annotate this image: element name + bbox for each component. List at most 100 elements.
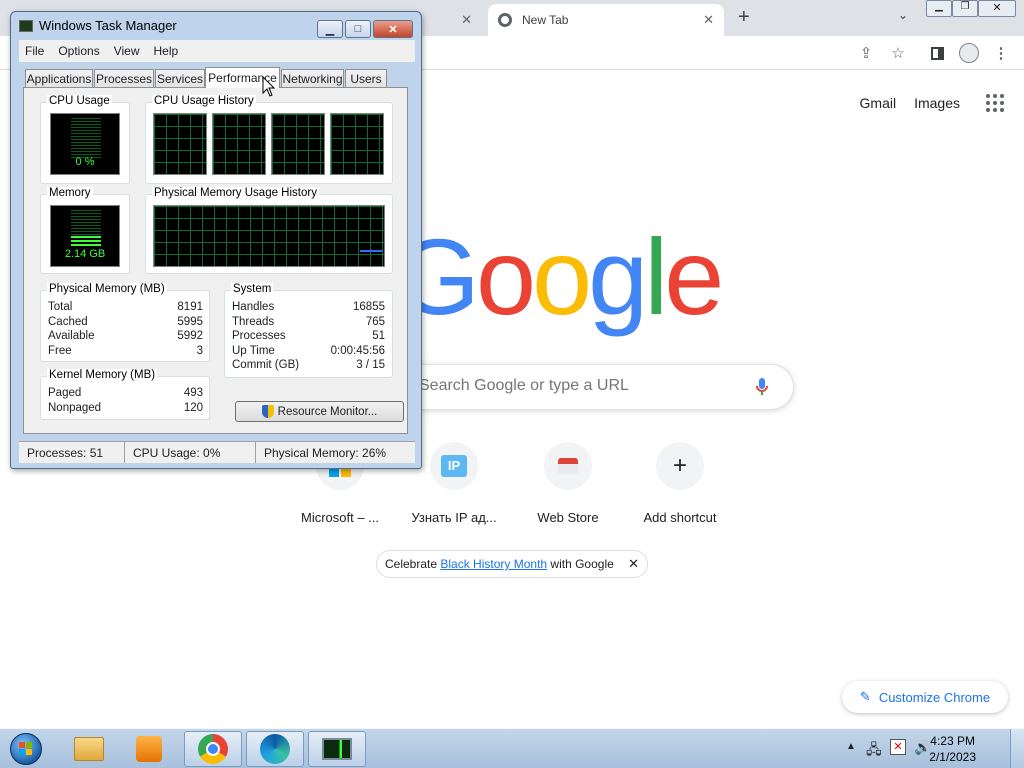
tab-applications[interactable]: Applications: [25, 69, 93, 87]
resource-monitor-label: Resource Monitor...: [277, 405, 378, 418]
tab-title: New Tab: [522, 13, 569, 27]
menu-file[interactable]: File: [25, 44, 44, 58]
promo-link[interactable]: Black History Month: [440, 557, 547, 571]
menu-view[interactable]: View: [114, 44, 140, 58]
taskbar-explorer[interactable]: [60, 731, 118, 767]
stat-value: 16855: [353, 301, 385, 313]
tab-services[interactable]: Services: [155, 69, 205, 87]
stat-label: Up Time: [232, 344, 275, 357]
minimize-button[interactable]: ▁: [317, 20, 343, 38]
chrome-icon: [498, 13, 512, 27]
chrome-icon: [198, 734, 228, 764]
voice-search-icon[interactable]: [755, 377, 769, 400]
stat-label: Commit (GB): [232, 359, 300, 372]
minimize-icon[interactable]: ▁: [926, 0, 952, 17]
start-button[interactable]: [6, 731, 46, 767]
gmail-link[interactable]: Gmail: [860, 95, 897, 111]
stat-value: 0:00:45:56: [330, 344, 385, 357]
customize-chrome-button[interactable]: ✎ Customize Chrome: [842, 681, 1008, 713]
menu-help[interactable]: Help: [154, 44, 179, 58]
stat-value: 5995: [177, 315, 203, 328]
system-clock[interactable]: 4:23 PM 2/1/2023: [929, 733, 976, 765]
shortcut-add[interactable]: + Add shortcut: [630, 442, 730, 525]
status-physical-memory: Physical Memory: 26%: [264, 445, 387, 460]
menu-bar: File Options View Help: [19, 40, 415, 62]
stat-label: Paged: [48, 387, 82, 399]
chrome-menu-icon[interactable]: ⋮: [990, 42, 1012, 64]
memory-title: Memory: [47, 187, 93, 199]
taskbar-task-manager[interactable]: [308, 731, 366, 767]
clock-date: 2/1/2023: [929, 750, 976, 764]
resource-monitor-button[interactable]: Resource Monitor...: [235, 401, 404, 422]
search-input[interactable]: [419, 377, 739, 395]
stat-row: Processes 51: [232, 329, 385, 344]
performance-panel: CPU Usage 0 % CPU Usage History Memory 2…: [23, 87, 408, 434]
stat-row: Nonpaged 120: [48, 401, 203, 416]
share-icon[interactable]: ⇪: [855, 42, 877, 64]
tab-search-icon[interactable]: ⌄: [898, 8, 908, 22]
taskbar-media-player[interactable]: [120, 731, 178, 767]
menu-options[interactable]: Options: [58, 44, 99, 58]
tab-processes[interactable]: Processes: [94, 69, 154, 87]
images-link[interactable]: Images: [914, 95, 960, 111]
stat-value: 765: [365, 315, 385, 328]
media-player-icon: [136, 736, 162, 762]
stat-row: Total 8191: [48, 300, 203, 315]
promo-prefix: Celebrate: [385, 557, 441, 571]
close-icon[interactable]: ✕: [628, 556, 639, 572]
tab-users[interactable]: Users: [345, 69, 387, 87]
close-tab-icon[interactable]: ✕: [703, 12, 714, 28]
doodle-promo: Celebrate Black History Month with Googl…: [376, 550, 648, 578]
maximize-button[interactable]: □: [345, 20, 371, 38]
shortcut-web-store[interactable]: Web Store: [518, 442, 618, 525]
taskbar-edge[interactable]: [246, 731, 304, 767]
new-tab-button[interactable]: +: [738, 6, 750, 29]
cpu-history-group: CPU Usage History: [145, 95, 393, 184]
physical-memory-title: Physical Memory (MB): [47, 283, 167, 295]
action-center-icon[interactable]: ✕: [890, 739, 906, 755]
chrome-tab-new-tab[interactable]: New Tab ✕: [488, 4, 724, 36]
show-desktop-button[interactable]: [1010, 729, 1024, 768]
ntp-header-links: Gmail Images: [860, 94, 1004, 112]
cpu-history-graph: [271, 113, 325, 175]
stat-row: Free 3: [48, 344, 203, 359]
shortcut-label: Add shortcut: [643, 510, 717, 525]
show-hidden-icons[interactable]: ▲: [846, 741, 856, 752]
windows-logo-icon: [10, 733, 42, 765]
bookmark-star-icon[interactable]: ☆: [887, 42, 909, 64]
window-controls: ▁ ❐ ✕: [926, 0, 1016, 18]
stat-value: 120: [183, 401, 203, 414]
stat-row: Handles 16855: [232, 300, 385, 315]
stat-label: Free: [48, 344, 72, 357]
restore-icon[interactable]: ❐: [952, 0, 978, 17]
customize-label: Customize Chrome: [878, 689, 991, 705]
status-processes: Processes: 51: [19, 442, 125, 463]
status-bar: Processes: 51 CPU Usage: 0% Physical Mem…: [19, 441, 415, 463]
taskbar-chrome[interactable]: [184, 731, 242, 767]
logo-letter: o: [532, 216, 592, 337]
close-button[interactable]: ✕: [373, 20, 413, 38]
memory-meter: 2.14 GB: [50, 205, 120, 267]
tab-networking[interactable]: Networking: [281, 69, 344, 87]
stat-label: Available: [48, 330, 95, 343]
apps-grid-icon[interactable]: [986, 94, 1004, 112]
logo-letter: o: [476, 216, 536, 337]
ntp-search-box[interactable]: [380, 364, 794, 410]
close-icon[interactable]: ✕: [978, 0, 1016, 17]
profile-avatar[interactable]: [958, 42, 980, 64]
stat-value: 493: [183, 387, 203, 399]
stat-row: Threads 765: [232, 315, 385, 330]
memory-history-title: Physical Memory Usage History: [152, 187, 319, 199]
stat-label: Processes: [232, 330, 286, 343]
side-panel-icon[interactable]: [926, 42, 948, 64]
network-icon[interactable]: 🖧: [866, 739, 882, 763]
memory-history-graph: [153, 205, 385, 267]
window-title-bar[interactable]: Windows Task Manager: [19, 18, 177, 33]
cpu-usage-value: 0 %: [75, 156, 95, 168]
stat-label: Nonpaged: [48, 401, 102, 414]
clock-time: 4:23 PM: [930, 734, 975, 748]
close-tab-icon[interactable]: ✕: [461, 12, 472, 28]
memory-value: 2.14 GB: [64, 248, 106, 260]
plus-icon: +: [656, 442, 704, 490]
stat-label: Threads: [232, 315, 275, 328]
